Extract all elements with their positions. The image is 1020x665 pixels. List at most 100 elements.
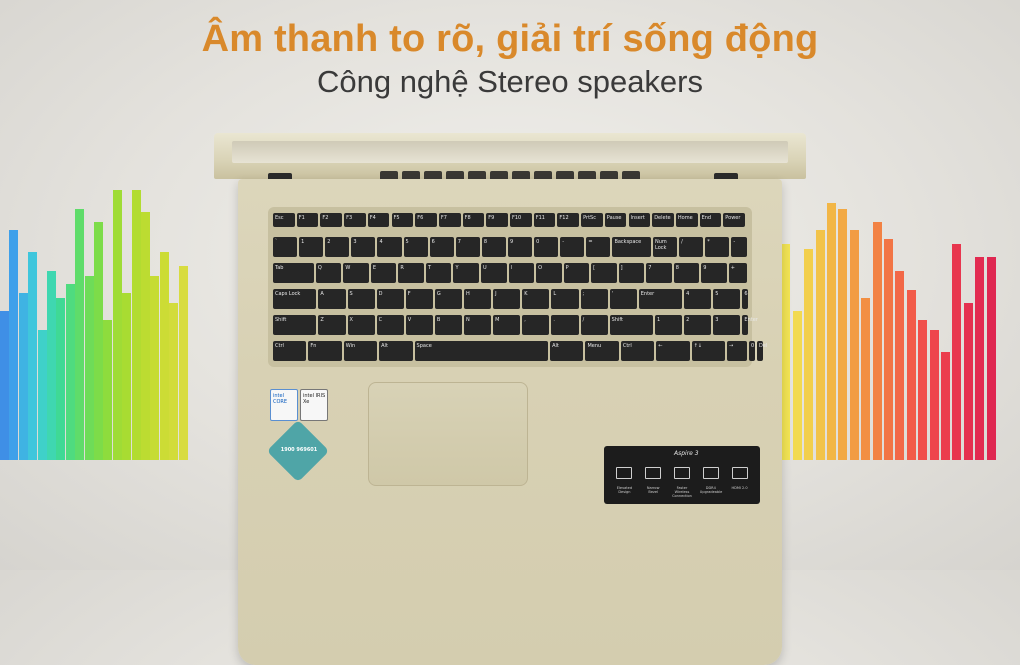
key: . [551,315,579,335]
key: J [493,289,521,309]
equalizer-bar [0,311,9,460]
key: F [405,289,433,309]
key-label: / [582,317,585,323]
key: Pause [604,213,627,227]
key-label: F5 [393,215,400,221]
key-label: Q [317,265,322,271]
key-label: ; [582,291,585,297]
laptop-deck: Esc F1 F2 F3 F4 F5 F6 F7 F8 F9 F10 F11 F12 PrtSc Pause… [238,179,782,665]
key-label: / [681,239,683,245]
key-label: End [701,215,712,221]
key-label: K [524,291,528,297]
key-label: Alt [381,343,388,349]
key-label: N [466,317,470,323]
key-label: F8 [464,215,471,221]
equalizer-bar [975,257,985,460]
equalizer-bar [103,320,113,460]
key: Insert [628,213,651,227]
equalizer-bar [895,271,905,460]
key-label: F10 [512,215,522,221]
key: Menu [585,341,619,361]
key: 8 [481,237,506,257]
key-label: 1 [301,239,305,245]
keyboard: Esc F1 F2 F3 F4 F5 F6 F7 F8 F9 F10 F11 F12 PrtSc Pause… [268,207,767,367]
key-label: 0 [536,239,540,245]
key: F2 [320,213,343,227]
equalizer-bar [963,303,973,460]
key-label: F [407,291,411,297]
lid-bezel [232,141,788,163]
elevated-design-icon [616,467,633,479]
key: 1 [655,315,683,335]
key: M [493,315,521,335]
key: 7 [646,263,672,283]
equalizer-left [0,190,200,460]
equalizer-bar [94,222,103,460]
key-label: [ [593,265,596,271]
equalizer-bar [75,209,85,460]
key-label: Insert [630,215,645,221]
equalizer-bar [169,303,179,460]
key-label: Power [725,215,741,221]
equalizer-bar [37,330,47,460]
key-label: F9 [488,215,495,221]
equalizer-bar [9,230,19,460]
key-label: Backspace [614,239,642,245]
key-label: Enter [640,291,655,297]
key-label: D [378,291,383,297]
key: ` [273,237,298,257]
key-label: C [378,317,383,323]
key-label: 5 [715,291,719,297]
key-label: Pause [606,215,622,221]
key-label: 0 [751,343,755,349]
feature-caption: Faster Wireless Connection [672,486,692,498]
key: Alt [379,341,413,361]
equalizer-bar [918,320,928,460]
key: 2 [325,237,350,257]
equalizer-bar [178,266,188,460]
key: 7 [455,237,480,257]
key-label: 2 [686,317,690,323]
key: F1 [296,213,319,227]
key: PrtSc [581,213,603,227]
key: F4 [367,213,390,227]
feature-plate: Aspire 3 Elevated Design Narrow Bezel Fa… [604,446,760,504]
model-name: Aspire 3 [674,450,699,457]
equalizer-bar [815,230,825,460]
key-label: Fn [310,343,317,349]
equalizer-bar [18,293,28,460]
key-label: ` [275,239,278,245]
key-label: + [730,265,735,271]
equalizer-bar [28,252,38,460]
subline: Công nghệ Stereo speakers [316,64,704,99]
key: F8 [462,213,485,227]
key-label: - [733,239,736,245]
feature-icons [610,464,754,482]
key: Shift [609,315,654,335]
key: 9 [508,237,533,257]
intel-core-label: intel CORE [273,393,288,405]
key: F11 [533,213,556,227]
key: F5 [391,213,414,227]
key: K [522,289,550,309]
key: 3 [351,237,376,257]
equalizer-bar [47,271,56,460]
key-label: O [538,265,543,271]
equalizer-bar [906,290,916,460]
key-label: Space [416,343,432,349]
key-label: ' [611,291,614,297]
key-label: A [320,291,324,297]
equalizer-bar [952,244,962,460]
key-label: PrtSc [583,215,596,221]
key-label: Home [677,215,693,221]
key: 6 [742,289,749,309]
key-label: Shift [275,317,287,323]
key: ; [580,289,608,309]
key: F7 [438,213,461,227]
key: 8 [673,263,700,283]
key: V [405,315,433,335]
key-label: 5 [405,239,409,245]
key-label: ← [658,343,663,349]
feature-caption: HDMI 2.0 [731,486,748,490]
key-label: F3 [346,215,353,221]
